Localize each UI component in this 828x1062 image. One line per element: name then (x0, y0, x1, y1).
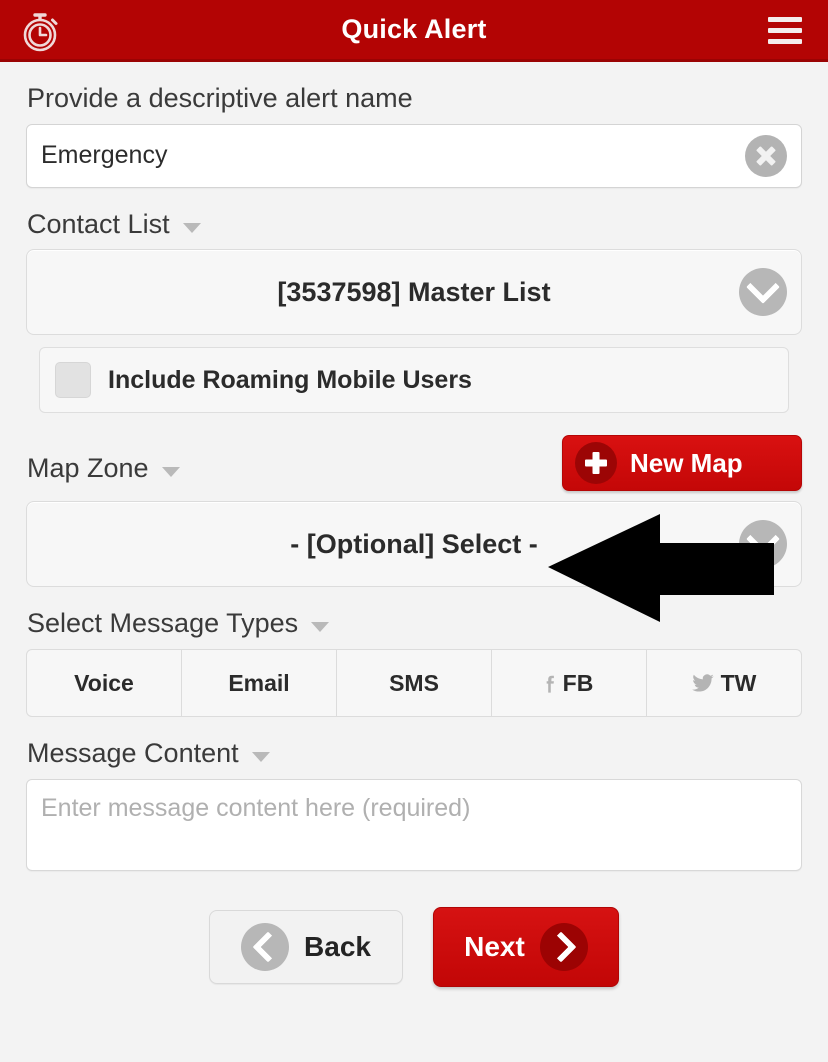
tab-voice-label: Voice (74, 669, 134, 696)
tab-tw[interactable]: TW (647, 650, 801, 716)
twitter-icon (691, 674, 714, 692)
clear-circle-x-icon[interactable] (745, 134, 787, 177)
new-map-button[interactable]: New Map (562, 435, 802, 492)
map-zone-label[interactable]: Map Zone (27, 452, 180, 484)
message-content-placeholder: Enter message content here (required) (41, 793, 471, 822)
tab-fb-label: FB (562, 669, 594, 696)
contact-list-label-text: Contact List (27, 208, 170, 239)
message-content-label-text: Message Content (27, 738, 239, 769)
map-zone-label-text: Map Zone (27, 452, 149, 483)
chevron-down-icon (311, 622, 330, 633)
chevron-left-circle-icon (241, 922, 290, 971)
hamburger-menu-icon[interactable] (768, 17, 802, 44)
footer-actions: Back Next (26, 906, 802, 987)
next-button-label: Next (464, 930, 525, 962)
message-types-label[interactable]: Select Message Types (27, 609, 802, 639)
stopwatch-icon (16, 7, 64, 55)
chevron-right-circle-icon (539, 922, 588, 971)
map-zone-value: - [Optional] Select - (290, 528, 538, 559)
chevron-down-circle-icon[interactable] (739, 520, 787, 569)
include-roaming-checkbox[interactable] (55, 362, 91, 399)
chevron-down-circle-icon[interactable] (739, 268, 787, 317)
include-roaming-row[interactable]: Include Roaming Mobile Users (39, 347, 789, 414)
alert-name-label: Provide a descriptive alert name (27, 83, 802, 114)
message-content-textarea[interactable]: Enter message content here (required) (26, 778, 802, 871)
chevron-down-icon (251, 751, 270, 762)
tab-email-label: Email (228, 669, 290, 696)
hamburger-bar (768, 28, 802, 33)
contact-list-select[interactable]: [3537598] Master List (26, 249, 802, 336)
tab-sms-label: SMS (389, 669, 439, 696)
tab-fb[interactable]: FB (492, 650, 647, 717)
alert-name-input[interactable]: Emergency (26, 123, 802, 188)
page-title: Quick Alert (341, 14, 487, 44)
tab-voice[interactable]: Voice (27, 650, 182, 717)
chevron-glyph (746, 270, 780, 305)
message-content-label[interactable]: Message Content (27, 738, 802, 769)
tab-tw-label: TW (720, 669, 757, 696)
include-roaming-label: Include Roaming Mobile Users (108, 365, 472, 394)
new-map-button-label: New Map (630, 447, 743, 478)
plus-circle-icon (575, 442, 617, 485)
message-types-label-text: Select Message Types (27, 608, 299, 639)
alert-name-label-text: Provide a descriptive alert name (27, 83, 413, 113)
chevron-glyph (746, 522, 780, 557)
hamburger-bar (768, 39, 802, 44)
next-button[interactable]: Next (433, 906, 619, 987)
contact-list-label[interactable]: Contact List (27, 208, 802, 240)
message-types-tabs: Voice Email SMS FB TW (26, 649, 802, 718)
tab-sms[interactable]: SMS (337, 650, 492, 717)
map-zone-select[interactable]: - [Optional] Select - (26, 501, 802, 588)
chevron-down-icon (182, 222, 201, 233)
chevron-glyph (252, 931, 284, 963)
hamburger-bar (768, 17, 802, 22)
contact-list-value: [3537598] Master List (277, 276, 551, 307)
alert-name-value: Emergency (41, 141, 168, 170)
facebook-icon (545, 673, 556, 694)
app-header: Quick Alert (0, 0, 828, 62)
tab-email[interactable]: Email (182, 650, 337, 717)
form-content: Provide a descriptive alert name Emergen… (0, 83, 828, 987)
back-button[interactable]: Back (209, 909, 403, 984)
map-zone-header-row: Map Zone New Map (26, 435, 802, 492)
back-button-label: Back (304, 930, 371, 962)
chevron-down-icon (161, 466, 180, 477)
chevron-glyph (545, 931, 577, 963)
